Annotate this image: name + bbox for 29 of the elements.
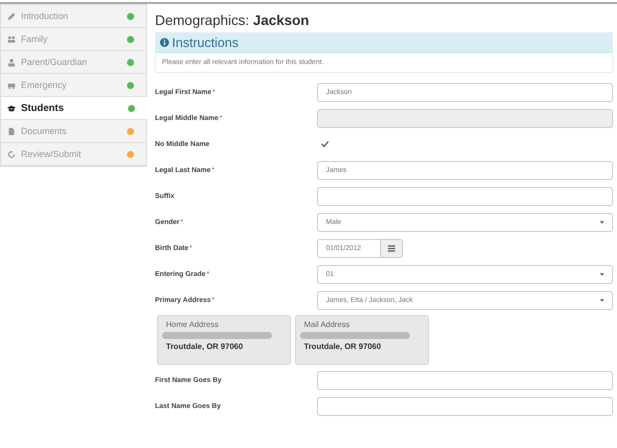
checkbox[interactable] xyxy=(321,140,330,148)
caret-icon xyxy=(600,220,604,224)
sidebar-item[interactable]: Review/Submit xyxy=(1,143,146,166)
users-icon xyxy=(7,34,16,44)
address-title: Home Address xyxy=(166,320,220,329)
pencil-icon xyxy=(7,12,16,20)
list-icon xyxy=(387,244,396,252)
info-icon xyxy=(160,38,169,47)
sidebar-item[interactable]: Introduction xyxy=(1,5,146,28)
input-field[interactable] xyxy=(317,396,613,416)
calendar-button[interactable] xyxy=(381,238,403,258)
graduation-cap-icon xyxy=(7,104,16,112)
user-icon xyxy=(7,58,16,66)
input-field[interactable] xyxy=(317,370,613,390)
refresh-icon xyxy=(7,150,16,158)
document-icon xyxy=(7,126,16,136)
instructions-title: Instructions xyxy=(172,35,238,50)
address-city: Troutdale, OR 97060 xyxy=(166,342,244,351)
caret-icon xyxy=(600,272,604,276)
sidebar-item[interactable]: Documents xyxy=(1,120,146,143)
sidebar-item[interactable]: Family xyxy=(1,28,146,51)
sidebar-item[interactable]: Parent/Guardian xyxy=(1,51,146,74)
input-field[interactable] xyxy=(317,186,613,206)
caret-icon xyxy=(600,298,604,302)
address-title: Mail Address xyxy=(304,320,351,329)
address-city: Troutdale, OR 97060 xyxy=(304,342,382,351)
sidebar-item[interactable]: Students xyxy=(1,97,147,120)
vehicle-icon xyxy=(7,80,16,90)
page-title: Demographics: Jackson xyxy=(155,12,310,28)
